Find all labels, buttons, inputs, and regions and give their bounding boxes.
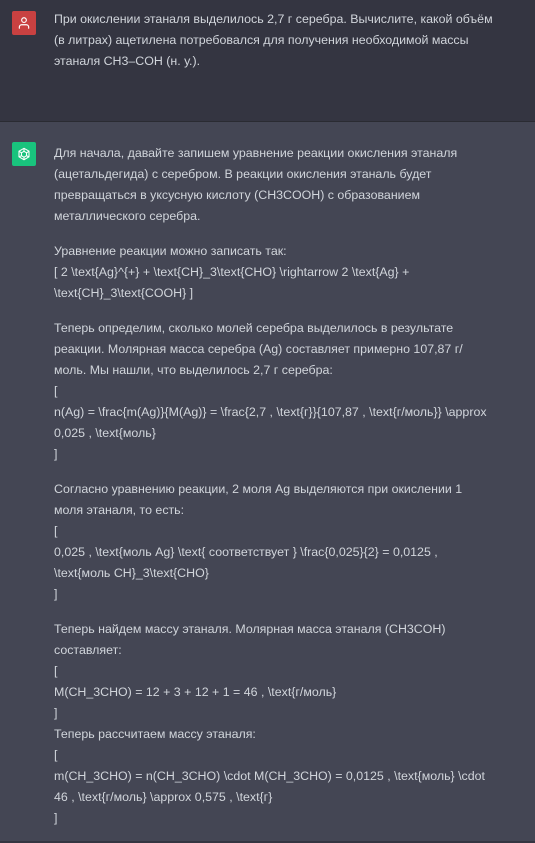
assistant-paragraph: Для начала, давайте запишем уравнение ре…: [54, 143, 524, 227]
assistant-message-text: Для начала, давайте запишем уравнение ре…: [54, 143, 524, 843]
assistant-line: [: [54, 748, 58, 762]
assistant-line: [: [54, 664, 58, 678]
assistant-line: Уравнение реакции можно записать так:: [54, 244, 287, 258]
assistant-line: моль. Мы нашли, что выделилось 2,7 г сер…: [54, 363, 333, 377]
assistant-line: \text{CH}_3\text{COOH} ]: [54, 286, 194, 300]
assistant-line: превращаться в уксусную кислоту (CH3COOH…: [54, 188, 420, 202]
assistant-line: [: [54, 524, 58, 538]
assistant-line: Теперь рассчитаем массу этаналя:: [54, 727, 256, 741]
user-message: При окислении этаналя выделилось 2,7 г с…: [0, 0, 535, 122]
assistant-message: Для начала, давайте запишем уравнение ре…: [0, 122, 535, 841]
assistant-line: 46 , \text{г/моль} \approx 0,575 , \text…: [54, 790, 273, 804]
assistant-line: \text{моль CH}_3\text{CHO}: [54, 566, 209, 580]
assistant-avatar: [12, 142, 36, 166]
assistant-line: моля этаналя, то есть:: [54, 503, 185, 517]
assistant-paragraph: Согласно уравнению реакции, 2 моля Ag вы…: [54, 479, 524, 605]
assistant-line: 0,025 , \text{моль}: [54, 426, 156, 440]
assistant-line: ]: [54, 706, 58, 720]
user-message-text: При окислении этаналя выделилось 2,7 г с…: [54, 9, 524, 72]
assistant-line: m(CH_3CHO) = n(CH_3CHO) \cdot M(CH_3CHO)…: [54, 769, 485, 783]
assistant-paragraph: Теперь найдем массу этаналя. Молярная ма…: [54, 619, 524, 829]
assistant-line: M(CH_3CHO) = 12 + 3 + 12 + 1 = 46 , \tex…: [54, 685, 337, 699]
assistant-line: ]: [54, 811, 58, 825]
user-message-line: этаналя CH3–COH (н. у.).: [54, 54, 201, 68]
user-message-line: (в литрах) ацетилена потребовался для по…: [54, 33, 469, 47]
user-message-line: При окислении этаналя выделилось 2,7 г с…: [54, 12, 493, 26]
assistant-line: ]: [54, 587, 58, 601]
assistant-line: Для начала, давайте запишем уравнение ре…: [54, 146, 458, 160]
openai-logo-icon: [18, 147, 30, 161]
user-icon: [18, 17, 30, 29]
assistant-line: реакции. Молярная масса серебра (Ag) сос…: [54, 342, 463, 356]
assistant-line: металлического серебра.: [54, 209, 201, 223]
assistant-line: (ацетальдегида) с серебром. В реакции ок…: [54, 167, 432, 181]
assistant-line: [: [54, 384, 58, 398]
assistant-paragraph: Теперь определим, сколько молей серебра …: [54, 318, 524, 465]
assistant-line: Согласно уравнению реакции, 2 моля Ag вы…: [54, 482, 463, 496]
assistant-paragraph: Уравнение реакции можно записать так: [ 2…: [54, 241, 524, 304]
assistant-line: Теперь определим, сколько молей серебра …: [54, 321, 454, 335]
user-avatar: [12, 11, 36, 35]
assistant-line: [ 2 \text{Ag}^{+} + \text{CH}_3\text{CHO…: [54, 265, 410, 279]
assistant-line: Теперь найдем массу этаналя. Молярная ма…: [54, 622, 446, 636]
assistant-line: n(Ag) = \frac{m(Ag)}{M(Ag)} = \frac{2,7 …: [54, 405, 487, 419]
assistant-line: составляет:: [54, 643, 122, 657]
assistant-line: ]: [54, 447, 58, 461]
assistant-line: 0,025 , \text{моль Ag} \text{ соответств…: [54, 545, 438, 559]
